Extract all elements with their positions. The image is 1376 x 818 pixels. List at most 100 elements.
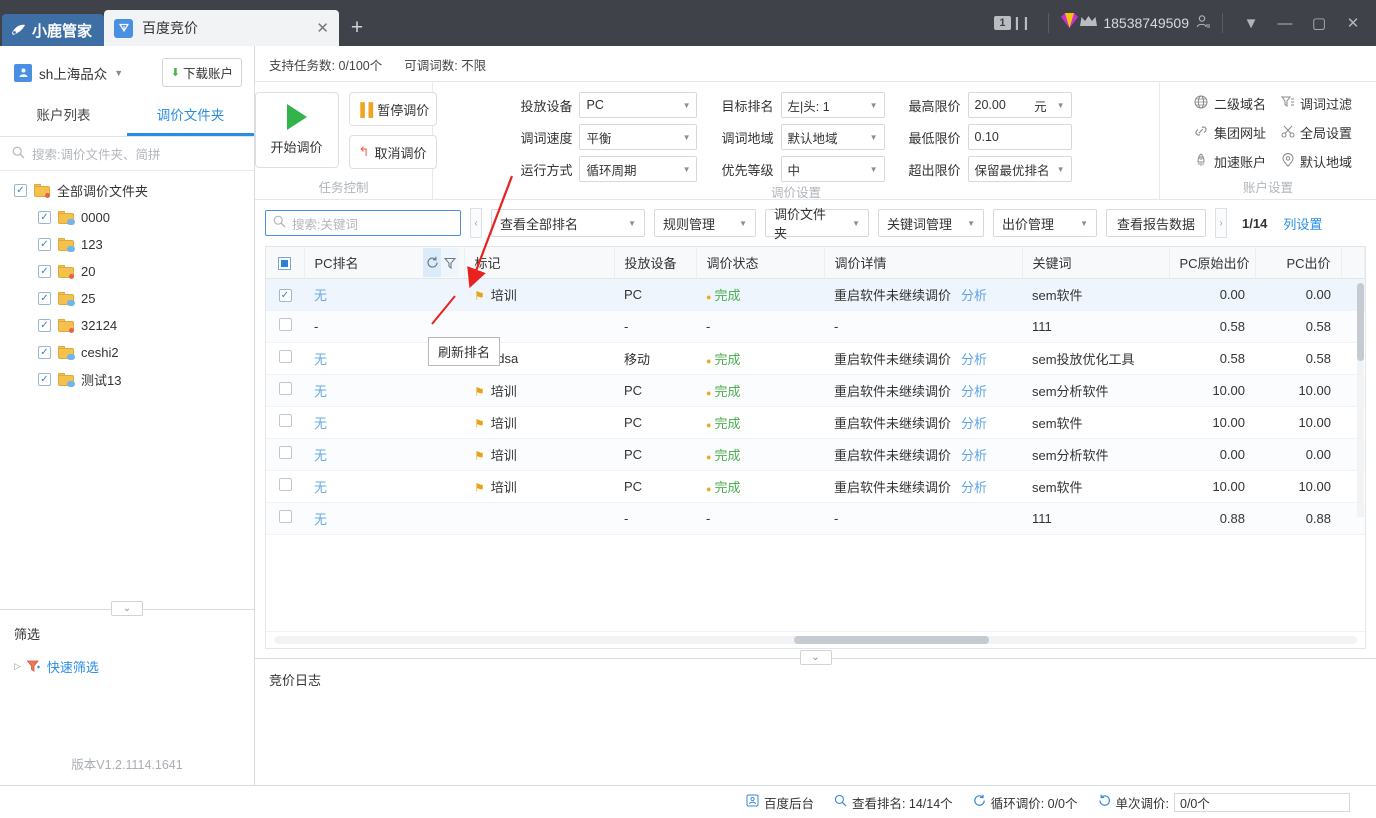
cancel-bidding-button[interactable]: ↰ 取消调价 xyxy=(348,135,437,169)
table-row[interactable]: ✓ 无 ⚑ 培训 PC ● 完成 重启软件未继续调价 分析 sem软件 0.00 0.… xyxy=(266,278,1365,311)
col-detail[interactable]: 调价详情 xyxy=(824,247,1023,279)
filter-rank-icon[interactable] xyxy=(441,248,459,277)
view-rank-item[interactable]: 查看排名: 14/14个 xyxy=(834,793,953,812)
row-checkbox[interactable]: ✓ xyxy=(278,289,292,302)
row-checkbox-cell[interactable] xyxy=(266,406,304,439)
tab-close-icon[interactable]: ✕ xyxy=(316,19,329,37)
row-checkbox[interactable] xyxy=(278,446,292,459)
keyword-search-input[interactable]: 搜索:关键词 xyxy=(265,210,461,236)
col-pc-bid[interactable]: PC出价 xyxy=(1255,247,1342,279)
row-checkbox-cell[interactable] xyxy=(266,310,304,343)
table-row[interactable]: 无 ⚑ 培训 PC ● 完成 重启软件未继续调价 分析 sem分析软件 10.00 1… xyxy=(266,374,1365,407)
tab-bid-folder[interactable]: 调价文件夹 xyxy=(127,97,254,136)
word-filter-button[interactable]: 调词过滤 xyxy=(1280,94,1352,113)
table-row[interactable]: 无 ⚑ 培训 PC ● 完成 重启软件未继续调价 分析 sem软件 10.00 10.… xyxy=(266,470,1365,503)
row-checkbox-cell[interactable] xyxy=(266,342,304,375)
sidebar-collapse-handle[interactable]: ⌄ xyxy=(111,601,143,616)
tree-checkbox[interactable]: ✓ xyxy=(38,373,51,386)
user-account-icon[interactable] xyxy=(1196,14,1211,33)
tree-checkbox[interactable]: ✓ xyxy=(14,184,27,197)
table-horizontal-scrollbar[interactable] xyxy=(274,636,1357,644)
col-status[interactable]: 调价状态 xyxy=(696,247,825,279)
row-checkbox-cell[interactable]: ✓ xyxy=(266,278,304,311)
row-checkbox[interactable] xyxy=(278,318,292,331)
tree-checkbox[interactable]: ✓ xyxy=(38,319,51,332)
default-region-button[interactable]: 默认地域 xyxy=(1280,152,1352,171)
speed-select[interactable]: 平衡 ▼ xyxy=(579,124,698,150)
table-row[interactable]: 无 - - - 111 0.88 0.88 xyxy=(266,502,1365,535)
select-all-checkbox[interactable] xyxy=(278,256,292,270)
priority-select[interactable]: 中 ▼ xyxy=(780,156,885,182)
account-selector[interactable]: sh上海品众 ▼ ⬇ 下载账户 xyxy=(0,46,254,97)
col-select-all[interactable] xyxy=(266,247,305,279)
col-keyword[interactable]: 关键词 xyxy=(1022,247,1170,279)
view-report-data-button[interactable]: 查看报告数据 xyxy=(1106,209,1206,237)
keyword-management-select[interactable]: 关键词管理 ▼ xyxy=(878,209,984,237)
browser-tab-baidu-bidding[interactable]: 百度竞价 ✕ xyxy=(104,10,339,46)
device-select[interactable]: PC ▼ xyxy=(579,92,698,118)
download-account-button[interactable]: ⬇ 下载账户 xyxy=(161,58,242,87)
rule-management-select[interactable]: 规则管理 ▼ xyxy=(654,209,756,237)
titlebar-dropdown-button[interactable]: ▼ xyxy=(1234,10,1268,36)
baidu-backend-item[interactable]: 百度后台 xyxy=(746,793,814,812)
tree-item-25[interactable]: ✓ 25 xyxy=(0,285,254,312)
message-badge[interactable]: 1 ❙❙ xyxy=(994,15,1031,31)
log-collapse-handle[interactable]: ⌄ xyxy=(799,650,832,665)
tree-item-ceshi13[interactable]: ✓ 测试13 xyxy=(0,366,254,393)
tree-item-all-folders[interactable]: ✓ 全部调价文件夹 xyxy=(0,177,254,204)
group-url-button[interactable]: 集团网址 xyxy=(1194,123,1266,142)
row-checkbox-cell[interactable] xyxy=(266,374,304,407)
accelerate-account-button[interactable]: 加速账户 xyxy=(1194,152,1266,171)
close-window-button[interactable]: ✕ xyxy=(1336,10,1370,36)
max-price-input[interactable]: 20.00 元 ▼ xyxy=(967,92,1072,118)
tree-checkbox[interactable]: ✓ xyxy=(38,238,51,251)
tree-item-20[interactable]: ✓ 20 xyxy=(0,258,254,285)
analyze-link[interactable]: 分析 xyxy=(961,352,987,367)
sidebar-search[interactable]: 搜索:调价文件夹、简拼 xyxy=(0,137,254,171)
row-checkbox-cell[interactable] xyxy=(266,502,304,535)
target-rank-select[interactable]: 左|头: 1 ▼ xyxy=(780,92,885,118)
tree-checkbox[interactable]: ✓ xyxy=(38,211,51,224)
analyze-link[interactable]: 分析 xyxy=(961,480,987,495)
col-mark[interactable]: 标记 xyxy=(464,247,615,279)
analyze-link[interactable]: 分析 xyxy=(961,384,987,399)
col-orig-bid[interactable]: PC原始出价 xyxy=(1169,247,1256,279)
toolbar-scroll-left-button[interactable]: ‹ xyxy=(470,208,482,238)
single-tune-input[interactable]: 0/0个 xyxy=(1174,792,1350,812)
global-settings-button[interactable]: 全局设置 xyxy=(1280,123,1352,142)
subdomain-button[interactable]: 二级域名 xyxy=(1194,94,1266,113)
refresh-rank-icon[interactable] xyxy=(423,248,441,277)
tree-checkbox[interactable]: ✓ xyxy=(38,292,51,305)
row-checkbox[interactable] xyxy=(278,382,292,395)
toolbar-scroll-right-button[interactable]: › xyxy=(1215,208,1227,238)
tree-checkbox[interactable]: ✓ xyxy=(38,346,51,359)
single-tune-item[interactable]: 单次调价: 0/0个 xyxy=(1098,792,1350,812)
analyze-link[interactable]: 分析 xyxy=(961,448,987,463)
row-checkbox[interactable] xyxy=(278,350,292,363)
analyze-link[interactable]: 分析 xyxy=(961,416,987,431)
bid-folder-select[interactable]: 调价文件夹 ▼ xyxy=(765,207,869,241)
expand-triangle-icon[interactable]: ▷ xyxy=(14,661,21,672)
tree-item-ceshi2[interactable]: ✓ ceshi2 xyxy=(0,339,254,366)
app-logo-tab[interactable]: 小鹿管家 xyxy=(2,14,104,46)
tree-item-32124[interactable]: ✓ 32124 xyxy=(0,312,254,339)
runmode-select[interactable]: 循环周期 ▼ xyxy=(579,156,698,182)
table-row[interactable]: 无 ⚑ 培训 PC ● 完成 重启软件未继续调价 分析 sem分析软件 0.00 0.… xyxy=(266,438,1365,471)
tree-item-123[interactable]: ✓ 123 xyxy=(0,231,254,258)
row-checkbox[interactable] xyxy=(278,478,292,491)
region-select[interactable]: 默认地域 ▼ xyxy=(780,124,885,150)
over-limit-select[interactable]: 保留最优排名 ▼ xyxy=(967,156,1072,182)
quick-filter-item[interactable]: ▷ 快速筛选 xyxy=(14,657,240,676)
pause-bidding-button[interactable]: ▐▐ 暂停调价 xyxy=(348,92,437,126)
start-bidding-button[interactable]: 开始调价 xyxy=(254,92,339,168)
minimize-button[interactable]: — xyxy=(1268,10,1302,36)
table-row[interactable]: 无 ⚑ 培训 PC ● 完成 重启软件未继续调价 分析 sem软件 10.00 10.… xyxy=(266,406,1365,439)
tab-account-list[interactable]: 账户列表 xyxy=(0,97,127,136)
view-all-ranks-select[interactable]: 查看全部排名 ▼ xyxy=(491,209,645,237)
tree-item-0000[interactable]: ✓ 0000 xyxy=(0,204,254,231)
row-checkbox-cell[interactable] xyxy=(266,470,304,503)
row-checkbox[interactable] xyxy=(278,414,292,427)
loop-tune-item[interactable]: 循环调价: 0/0个 xyxy=(973,793,1078,812)
analyze-link[interactable]: 分析 xyxy=(961,288,987,303)
row-checkbox[interactable] xyxy=(278,510,292,523)
